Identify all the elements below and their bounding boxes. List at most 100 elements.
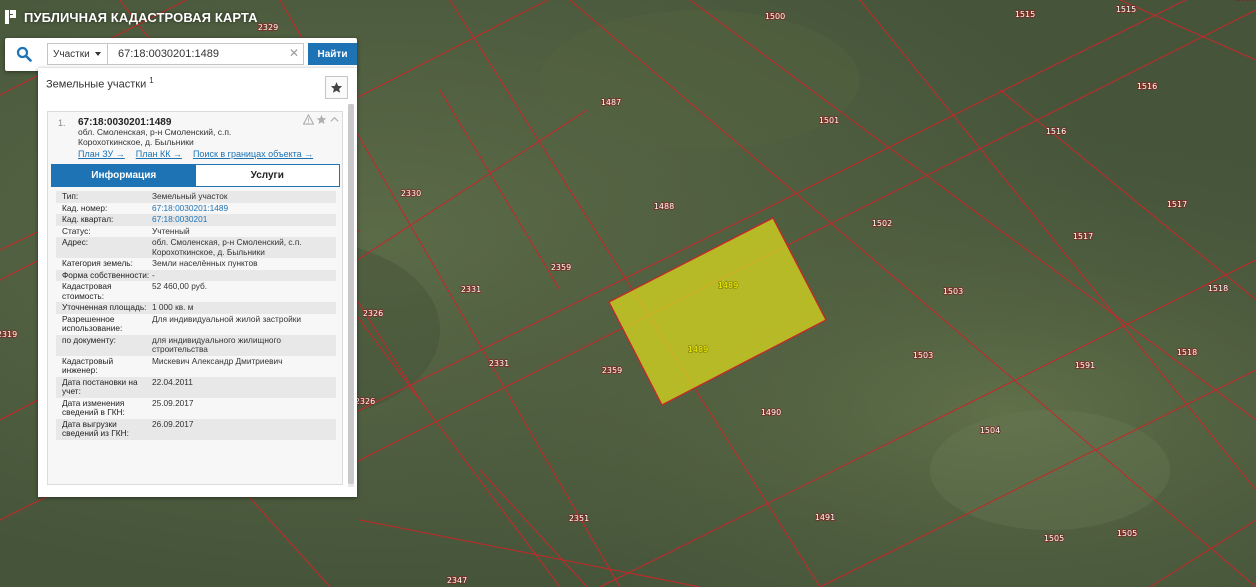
attribute-row: Кад. квартал: 67:18:0030201 (56, 214, 336, 226)
warning-icon[interactable] (303, 114, 314, 125)
plot-label: 2331 (461, 285, 481, 294)
attribute-label: Форма собственности: (62, 269, 150, 280)
chevron-down-icon (94, 52, 101, 56)
attribute-row: Кад. номер: 67:18:0030201:1489 (56, 203, 336, 215)
results-title: Земельные участки (46, 78, 147, 91)
star-icon (330, 82, 343, 93)
plot-label: 2330 (401, 189, 421, 198)
clear-icon[interactable]: ✕ (289, 47, 299, 59)
plot-label: 2326 (355, 397, 375, 406)
plot-label: 1501 (819, 116, 839, 125)
find-button[interactable]: Найти (308, 43, 357, 65)
attribute-value: Мискевич Александр Дмитриевич (152, 355, 283, 366)
plot-label: 1503 (943, 287, 963, 296)
plot-label: 1518 (1208, 284, 1228, 293)
search-toggle-button[interactable] (9, 43, 39, 65)
attribute-value: 52 460,00 руб. (152, 281, 208, 291)
plot-label: 1515 (1015, 10, 1035, 19)
tab-information[interactable]: Информация (52, 165, 196, 186)
card-tabs: Информация Услуги (51, 164, 340, 187)
attribute-label: Кад. номер: (62, 202, 108, 213)
attribute-value: для индивидуального жилищного строительс… (152, 334, 281, 354)
results-panel: Земельные участки 1 1. 67:18:0030201:148… (38, 68, 357, 497)
search-in-bounds-link[interactable]: Поиск в границах объекта → (193, 149, 313, 159)
plot-label: 2359 (602, 366, 622, 375)
plot-label: 1504 (980, 426, 1000, 435)
scrollbar-thumb[interactable] (348, 104, 354, 484)
attribute-label: Дата постановки на учет: (62, 376, 138, 396)
attribute-value: Учтенный (152, 225, 190, 236)
attribute-label: Кадастровый инженер: (62, 355, 114, 375)
attribute-row: Уточненная площадь: 1 000 кв. м (56, 302, 336, 314)
plot-label: 1505 (1044, 534, 1064, 543)
attribute-value: Земельный участок (152, 191, 228, 201)
attribute-row: Адрес: обл. Смоленская, р-н Смоленский, с… (56, 237, 336, 258)
scrollbar[interactable] (348, 104, 354, 487)
attribute-value: 22.04.2011 (152, 376, 193, 387)
result-index: 1. (58, 118, 66, 128)
object-type-select[interactable]: Участки (47, 43, 108, 65)
attribute-row: Кадастровая стоимость: 52 460,00 руб. (56, 281, 336, 302)
attribute-value: 25.09.2017 (152, 397, 194, 408)
attribute-row: Дата изменения сведений в ГКН: 25.09.2017 (56, 398, 336, 419)
attribute-label: Категория земель: (62, 258, 133, 268)
plot-label: 1518 (1177, 348, 1197, 357)
plot-label: 1516 (1046, 127, 1066, 136)
field-patch (540, 10, 860, 150)
attribute-row: Кадастровый инженер: Мискевич Александр Д… (56, 356, 336, 377)
attribute-value[interactable]: 67:18:0030201:1489 (150, 203, 336, 215)
attribute-value: - (152, 269, 155, 280)
plot-label: 2326 (363, 309, 383, 318)
attribute-value: 1 000 кв. м (152, 302, 194, 312)
attribute-value: 26.09.2017 (152, 418, 194, 429)
attribute-label: по документу: (62, 334, 116, 345)
selected-plot-label: 1489 (688, 345, 708, 354)
search-icon (16, 46, 32, 62)
plot-label: 1502 (872, 219, 892, 228)
favorites-button[interactable] (325, 76, 348, 99)
attribute-label: Разрешенное использование: (62, 313, 123, 333)
plot-label: 1503 (913, 351, 933, 360)
chevron-up-icon[interactable] (329, 114, 340, 125)
object-type-value: Участки (53, 48, 90, 60)
attribute-value[interactable]: 67:18:0030201 (150, 214, 336, 226)
attributes-table: Тип: Земельный участок Кад. номер: 67:18:00… (56, 191, 336, 440)
plot-label: 1515 (1116, 5, 1136, 14)
selected-plot-label: 1489 (718, 281, 738, 290)
plot-label: 1486 (1235, 0, 1255, 2)
plot-label: 2319 (0, 330, 17, 339)
attribute-value: Для индивидуальной жилой застройки (152, 313, 301, 324)
attribute-row: Разрешенное использование: Для индивидуал… (56, 314, 336, 335)
plan-zu-link[interactable]: План ЗУ → (78, 149, 125, 159)
attribute-row: по документу: для индивидуального жилищно… (56, 334, 336, 356)
attribute-label: Кад. квартал: (62, 214, 114, 224)
star-icon[interactable] (316, 114, 327, 125)
plot-label: 1487 (601, 98, 621, 107)
attribute-label: Статус: (62, 225, 91, 236)
attribute-row: Категория земель: Земли населённых пункто… (56, 258, 336, 270)
card-actions (303, 114, 340, 125)
plot-label: 1517 (1073, 232, 1093, 241)
plot-label: 1517 (1167, 200, 1187, 209)
plot-label: 2351 (569, 514, 589, 523)
plot-label: 1505 (1117, 529, 1137, 538)
plot-label: 1490 (761, 408, 781, 417)
tab-services[interactable]: Услуги (195, 165, 339, 186)
plot-label: 1591 (1075, 361, 1095, 370)
plot-label: 2329 (258, 23, 278, 32)
attribute-label: Дата изменения сведений в ГКН: (62, 397, 125, 417)
search-input[interactable] (108, 43, 304, 65)
plot-label: 1500 (765, 12, 785, 21)
plan-kk-link[interactable]: План КК → (136, 149, 182, 159)
plot-label: 1488 (654, 202, 674, 211)
result-card: 1. 67:18:0030201:1489 обл. Смоленская, р… (47, 111, 343, 485)
attribute-label: Дата выгрузки сведений из ГКН: (62, 418, 129, 438)
app-title: ПУБЛИЧНАЯ КАДАСТРОВАЯ КАРТА (24, 9, 258, 25)
attribute-row: Тип: Земельный участок (56, 191, 336, 203)
attribute-row: Дата постановки на учет: 22.04.2011 (56, 376, 336, 398)
attribute-value: Земли населённых пунктов (152, 258, 258, 268)
attribute-row: Статус: Учтенный (56, 226, 336, 238)
attribute-row: Форма собственности: - (56, 269, 336, 281)
app-logo-icon (5, 10, 16, 24)
plot-label: 1491 (815, 513, 835, 522)
